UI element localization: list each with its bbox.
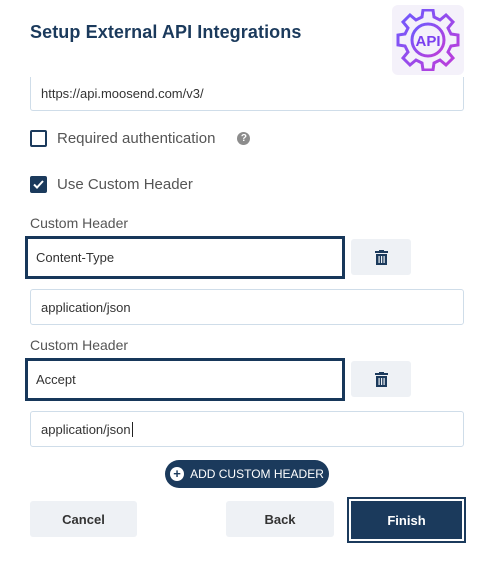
text-caret	[131, 421, 133, 437]
help-icon[interactable]: ?	[237, 131, 251, 145]
required-auth-label: Required authentication	[57, 129, 216, 147]
api-url-input[interactable]: https://api.moosend.com/v3/	[30, 77, 464, 111]
header-value-input-2[interactable]: application/json	[30, 411, 464, 447]
back-button[interactable]: Back	[226, 501, 334, 537]
delete-header-button-1[interactable]	[351, 239, 411, 275]
api-logo: API	[392, 5, 464, 75]
header-value-value-2: application/json	[41, 421, 131, 437]
api-logo-text: API	[415, 33, 440, 50]
api-url-value: https://api.moosend.com/v3/	[41, 86, 204, 101]
header-name-input-1[interactable]: Content-Type	[25, 236, 345, 279]
custom-header-label-1: Custom Header	[30, 215, 129, 231]
custom-header-toggle-label: Use Custom Header	[57, 175, 193, 193]
header-value-value-1: application/json	[41, 299, 131, 315]
trash-icon	[374, 249, 388, 265]
custom-header-checkbox[interactable]	[30, 175, 47, 193]
plus-icon: +	[170, 467, 185, 481]
finish-button[interactable]: Finish	[351, 501, 462, 539]
header-name-value-2: Accept	[36, 372, 76, 387]
gear-api-icon: API	[396, 9, 460, 71]
header-name-value-1: Content-Type	[36, 250, 115, 265]
add-custom-header-button[interactable]: + ADD CUSTOM HEADER	[165, 460, 329, 488]
cancel-button[interactable]: Cancel	[30, 501, 137, 537]
required-auth-row: Required authentication ?	[30, 127, 251, 149]
finish-button-focus-ring: Finish	[347, 497, 466, 543]
trash-icon	[374, 371, 388, 387]
custom-header-label-2: Custom Header	[30, 337, 129, 353]
custom-header-toggle-row: Use Custom Header	[30, 173, 193, 195]
add-custom-header-label: ADD CUSTOM HEADER	[190, 467, 324, 481]
header-value-input-1[interactable]: application/json	[30, 289, 464, 325]
page-title: Setup External API Integrations	[30, 22, 302, 42]
required-auth-checkbox[interactable]	[30, 129, 47, 147]
header-name-input-2[interactable]: Accept	[25, 358, 345, 401]
checkmark-icon	[33, 179, 44, 189]
delete-header-button-2[interactable]	[351, 361, 411, 397]
